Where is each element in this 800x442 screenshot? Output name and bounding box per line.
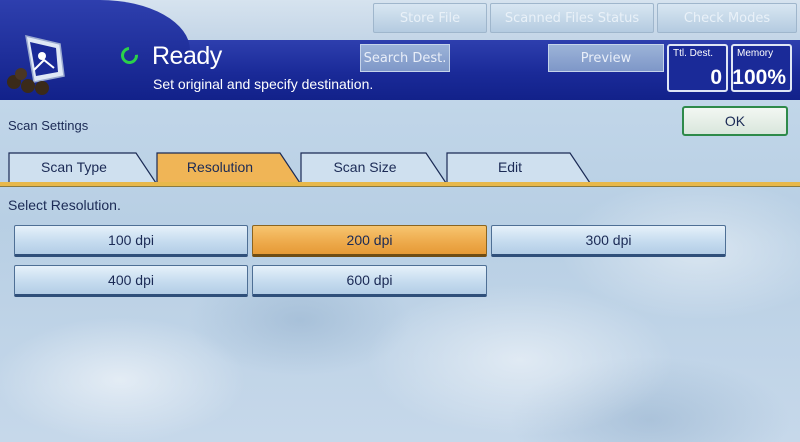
scanned-files-status-button[interactable]: Scanned Files Status xyxy=(490,3,654,33)
ok-button[interactable]: OK xyxy=(682,106,788,136)
select-resolution-prompt: Select Resolution. xyxy=(8,197,121,213)
tab-label: Scan Size xyxy=(333,159,397,175)
settings-title: Scan Settings xyxy=(8,118,89,133)
tab-label: Resolution xyxy=(186,159,254,175)
tab-label: Scan Type xyxy=(41,159,107,175)
resolution-400-button[interactable]: 400 dpi xyxy=(14,265,248,297)
ttl-dest-value: 0 xyxy=(710,66,722,89)
tab-resolution[interactable]: Resolution xyxy=(156,151,302,183)
resolution-100-button[interactable]: 100 dpi xyxy=(14,225,248,257)
resolution-300-button[interactable]: 300 dpi xyxy=(491,225,726,257)
resolution-200-button[interactable]: 200 dpi xyxy=(252,225,487,257)
preview-button[interactable]: Preview xyxy=(548,44,664,72)
search-dest-button[interactable]: Search Dest. xyxy=(360,44,450,72)
memory-label: Memory xyxy=(737,48,774,59)
status-message: Set original and specify destination. xyxy=(153,76,374,92)
tab-label: Edit xyxy=(497,159,523,175)
tab-scan-size[interactable]: Scan Size xyxy=(300,151,448,183)
store-file-button[interactable]: Store File xyxy=(373,3,487,33)
scanner-icon xyxy=(4,30,76,98)
tab-scan-type[interactable]: Scan Type xyxy=(8,151,158,183)
ttl-dest-label: Ttl. Dest. xyxy=(673,48,714,59)
check-modes-button[interactable]: Check Modes xyxy=(657,3,797,33)
status-title: Ready xyxy=(152,42,222,70)
tab-edit[interactable]: Edit xyxy=(446,151,592,183)
memory-value: 100% xyxy=(732,66,786,89)
total-destinations-counter: Ttl. Dest. 0 xyxy=(667,44,728,92)
resolution-600-button[interactable]: 600 dpi xyxy=(252,265,487,297)
memory-counter: Memory 100% xyxy=(731,44,792,92)
tab-underline xyxy=(0,182,800,187)
